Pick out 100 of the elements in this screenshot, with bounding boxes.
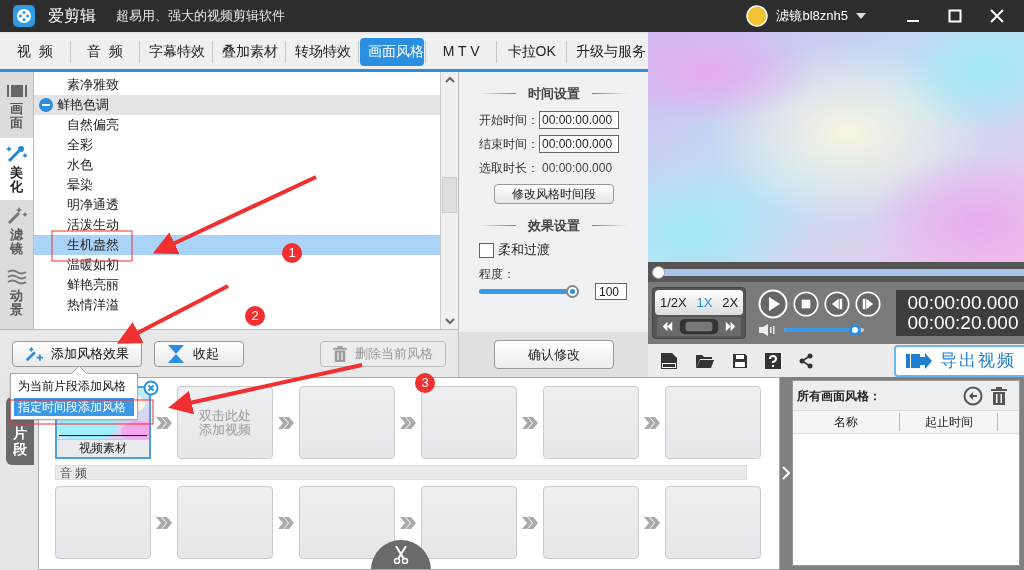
tab[interactable]: 字幕特效 bbox=[141, 37, 212, 66]
list-item[interactable]: 全彩 bbox=[34, 135, 440, 155]
slider[interactable] bbox=[479, 285, 579, 298]
item-label: 自然偏亮 bbox=[67, 116, 119, 135]
wave-icon bbox=[6, 268, 27, 285]
checkbox[interactable] bbox=[479, 242, 494, 258]
folder-icon[interactable] bbox=[695, 352, 715, 369]
trash-icon[interactable] bbox=[991, 386, 1007, 405]
app-logo-icon bbox=[12, 4, 36, 28]
export-video-button[interactable]: 导出视频 bbox=[894, 344, 1024, 377]
trash-icon bbox=[333, 344, 347, 363]
field-label: 开始时间： bbox=[479, 111, 539, 129]
maximize-icon[interactable] bbox=[948, 9, 962, 23]
volume-icon[interactable] bbox=[758, 323, 776, 337]
side-tab[interactable]: 滤镜 bbox=[0, 200, 33, 262]
app-slogan: 超易用、强大的视频剪辑软件 bbox=[116, 7, 285, 26]
panel-title: 所有画面风格： bbox=[797, 387, 882, 405]
list-item[interactable]: 素净雅致 bbox=[34, 75, 440, 95]
current-time: 00:00:00.000 bbox=[907, 293, 1019, 313]
item-label: 活泼生动 bbox=[67, 216, 119, 235]
item-label: 素净雅致 bbox=[67, 76, 119, 95]
chevron-icon bbox=[521, 515, 539, 530]
collapse-icon[interactable] bbox=[39, 98, 53, 112]
item-label: 鲜艳亮丽 bbox=[67, 276, 119, 295]
chevron-icon bbox=[155, 415, 173, 430]
duration-value: 00:00:00.000 bbox=[541, 159, 613, 177]
volume-thumb[interactable] bbox=[848, 324, 861, 336]
side-tab[interactable]: 动景 bbox=[0, 262, 33, 324]
stop-icon[interactable] bbox=[793, 291, 819, 317]
side-tab[interactable]: 美化 bbox=[0, 138, 33, 200]
chevron-icon bbox=[643, 415, 661, 430]
new-file-icon[interactable] bbox=[660, 351, 678, 370]
time-field[interactable]: 00:00:00.000 bbox=[539, 134, 619, 153]
checkbox-label: 柔和过渡 bbox=[498, 241, 550, 260]
avatar-icon[interactable] bbox=[746, 5, 769, 27]
help-icon[interactable] bbox=[765, 352, 781, 369]
tab[interactable]: M T V bbox=[426, 37, 496, 66]
toolbar-button[interactable]: 收起 bbox=[154, 340, 244, 367]
chevron-icon bbox=[277, 515, 295, 530]
tab[interactable]: 音 频 bbox=[71, 37, 139, 66]
chevron-icon bbox=[399, 415, 417, 430]
item-label: 温暖如初 bbox=[67, 256, 119, 275]
list-item[interactable]: 活泼生动 bbox=[34, 215, 440, 235]
play-icon[interactable] bbox=[758, 289, 788, 319]
chevron-icon bbox=[277, 415, 295, 430]
magic-wand-icon bbox=[5, 143, 28, 162]
item-label: 明净通透 bbox=[67, 196, 119, 215]
save-icon[interactable] bbox=[732, 352, 748, 369]
field-label: 选取时长： bbox=[479, 159, 539, 177]
jog-wheel-drawing[interactable] bbox=[655, 316, 743, 336]
chevron-icon bbox=[399, 515, 417, 530]
item-label: 生机盎然 bbox=[67, 236, 119, 255]
toolbar-button[interactable]: 添加风格效果 bbox=[12, 340, 142, 367]
item-label: 晕染 bbox=[67, 176, 93, 195]
next-frame-icon[interactable] bbox=[855, 291, 881, 317]
seek-thumb[interactable] bbox=[652, 265, 665, 279]
app-name: 爱剪辑 bbox=[48, 6, 96, 26]
tree-group-row[interactable]: 鲜艳色调 bbox=[34, 95, 440, 115]
tab[interactable]: 叠加素材 bbox=[214, 37, 285, 66]
previous-frame-icon[interactable] bbox=[824, 291, 850, 317]
seek-bar[interactable] bbox=[652, 265, 1024, 279]
tab[interactable]: 升级与服务 bbox=[567, 37, 646, 66]
slider-thumb[interactable] bbox=[566, 285, 579, 298]
tab[interactable]: 视 频 bbox=[2, 37, 69, 66]
side-tab[interactable]: 画面 bbox=[0, 76, 33, 138]
degree-field[interactable]: 100 bbox=[595, 283, 627, 300]
clip-label: 视频素材 bbox=[57, 439, 149, 457]
chevron-icon bbox=[155, 515, 173, 530]
column-header[interactable]: 起止时间 bbox=[900, 413, 998, 431]
list-item[interactable]: 水色 bbox=[34, 155, 440, 175]
confirm-button[interactable]: 确认修改 bbox=[493, 340, 614, 369]
hourglass-icon bbox=[167, 343, 185, 364]
list-item[interactable]: 晕染 bbox=[34, 175, 440, 195]
section-heading: 效果设置 bbox=[527, 216, 580, 235]
share-icon[interactable] bbox=[798, 352, 814, 369]
speed-option[interactable]: 2X bbox=[722, 292, 739, 313]
list-item[interactable]: 明净通透 bbox=[34, 195, 440, 215]
column-header[interactable]: 名称 bbox=[793, 413, 900, 431]
item-label: 全彩 bbox=[67, 136, 93, 155]
scrollbar-thumb[interactable] bbox=[442, 177, 457, 213]
time-field[interactable]: 00:00:00.000 bbox=[539, 110, 619, 129]
tab[interactable]: 转场特效 bbox=[287, 37, 357, 66]
field-label: 程度： bbox=[478, 266, 516, 283]
username[interactable]: 滤镜bl8znh5 bbox=[776, 6, 848, 26]
list-item[interactable]: 鲜艳亮丽 bbox=[34, 275, 440, 295]
speed-option[interactable]: 1/2X bbox=[659, 292, 687, 313]
item-label: 鲜艳色调 bbox=[57, 96, 109, 115]
item-label: 水色 bbox=[67, 156, 93, 175]
dropdown-caret-icon[interactable] bbox=[856, 13, 866, 19]
volume-slider[interactable] bbox=[784, 324, 864, 336]
film-strip-icon bbox=[6, 83, 27, 98]
chevron-icon bbox=[521, 415, 539, 430]
tab[interactable]: 卡拉OK bbox=[498, 37, 565, 66]
list-item[interactable]: 自然偏亮 bbox=[34, 115, 440, 135]
field-label: 结束时间： bbox=[479, 135, 539, 153]
magic-wand-plus-icon bbox=[25, 344, 43, 363]
section-heading: 时间设置 bbox=[527, 85, 580, 103]
back-icon[interactable] bbox=[963, 385, 983, 406]
chevron-icon bbox=[643, 515, 661, 530]
modify-time-button[interactable]: 修改风格时间段 bbox=[493, 183, 614, 204]
